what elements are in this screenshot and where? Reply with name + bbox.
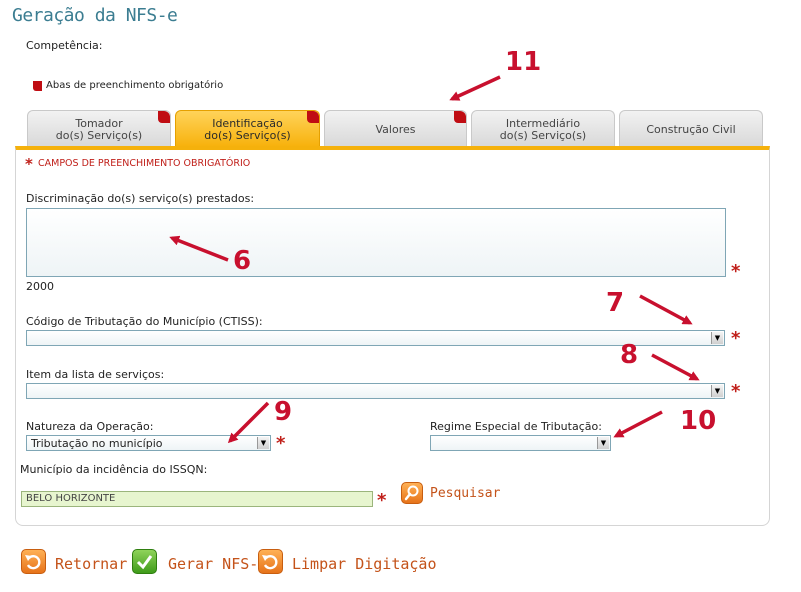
annotation-arrow: [651, 353, 700, 381]
annotation-arrow: [227, 401, 270, 444]
annotation-label-10: 10: [680, 406, 717, 436]
annotation-label-6: 6: [233, 246, 252, 276]
annotation-label-11: 11: [505, 47, 542, 77]
annotation-arrow: [449, 75, 501, 101]
annotation-arrow: [169, 235, 229, 262]
annotation-label-8: 8: [620, 340, 639, 370]
annotation-overlay: [169, 75, 700, 444]
annotation-arrow: [639, 294, 693, 325]
annotation-label-7: 7: [606, 288, 625, 318]
annotation-label-9: 9: [274, 397, 293, 427]
annotation-arrow: [613, 410, 663, 438]
